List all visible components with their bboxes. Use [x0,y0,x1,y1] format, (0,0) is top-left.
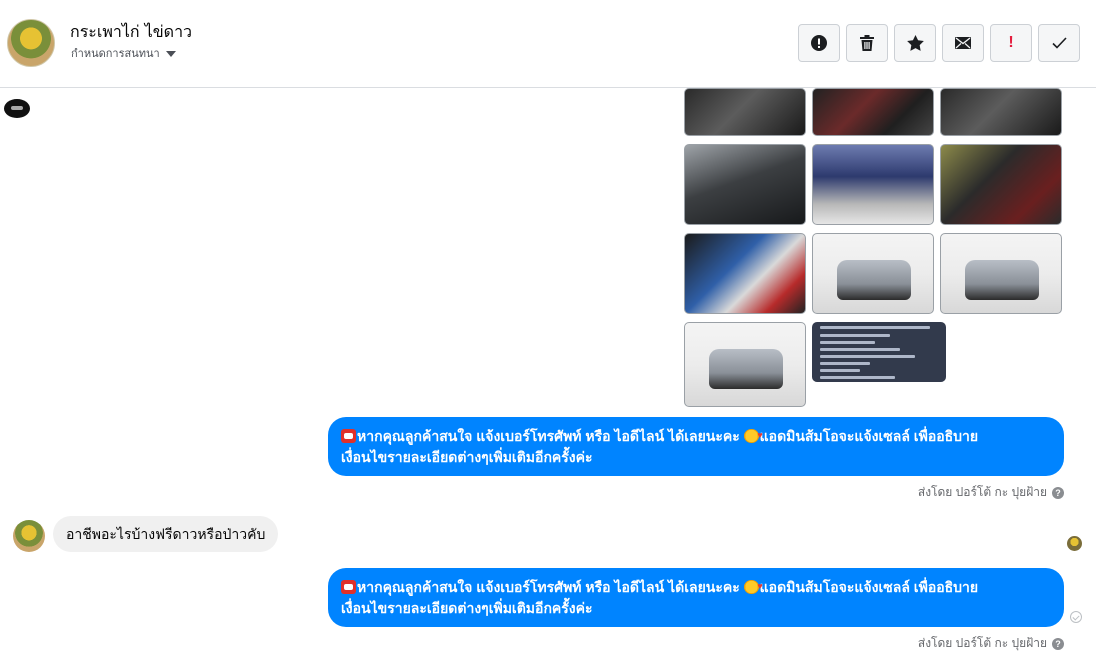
outgoing-message[interactable]: หากคุณลูกค้าสนใจ แจ้งเบอร์โทรศัพท์ หรือ … [328,568,1064,627]
message-text: แอดมินส้มโอจะแจ้งเซลล์ เพื่ออธิบาย [759,579,979,595]
incoming-message[interactable]: อาชีพอะไรบ้างฟรีดาวหรือป่าวคับ [53,516,279,552]
checkmark-icon [1051,37,1067,49]
exclamation-circle-icon [811,35,827,51]
message-text: หากคุณลูกค้าสนใจ แจ้งเบอร์โทรศัพท์ หรือ … [357,428,740,444]
mark-unread-button[interactable] [942,24,984,62]
sent-by-text: ส่งโดย ปอร์โต้ กะ ปุยฝ้าย [917,636,1047,650]
sent-by-text: ส่งโดย ปอร์โต้ กะ ปุยฝ้าย [917,485,1047,499]
document-line [820,376,895,379]
message-text: แอดมินส้มโอจะแจ้งเซลล์ เพื่ออธิบาย [759,428,979,444]
star-icon [906,35,924,51]
message-text: เงื่อนไขรายละเอียดต่างๆเพิ่มเติมอีกครั้ง… [341,449,593,465]
delete-button[interactable] [846,24,888,62]
document-line [820,369,860,372]
smiling-face-hearts-emoji-icon [743,576,763,597]
sent-by-label: ส่งโดย ปอร์โต้ กะ ปุยฝ้าย ? [918,634,1064,653]
pickup-truck-photo[interactable] [940,233,1062,314]
car-battery-photo[interactable] [684,233,806,314]
car-engine-photo[interactable] [812,144,934,225]
contact-avatar-small[interactable] [13,520,45,552]
seen-indicator-avatar [1067,536,1082,551]
done-button[interactable] [1038,24,1080,62]
document-line [820,348,900,351]
trash-icon [860,35,874,51]
pickup-truck-rear-photo[interactable] [684,322,806,407]
conversation-settings-label: กำหนดการสนทนา [71,47,160,60]
star-button[interactable] [894,24,936,62]
telephone-emoji-icon [341,429,356,443]
car-dashboard-photo[interactable] [684,144,806,225]
document-line [820,355,915,358]
document-line [820,334,890,337]
sent-by-label: ส่งโดย ปอร์โต้ กะ ปุยฝ้าย ? [918,483,1064,502]
vehicle-document-screenshot[interactable] [812,322,946,382]
telephone-emoji-icon [341,580,356,594]
conversation-settings-dropdown[interactable]: กำหนดการสนทนา [71,44,176,62]
car-interior-photo[interactable] [940,88,1062,136]
caret-down-icon [165,51,176,57]
document-line [820,326,930,329]
truck-bed-photo[interactable] [940,144,1062,225]
message-text: เงื่อนไขรายละเอียดต่างๆเพิ่มเติมอีกครั้ง… [341,600,593,616]
sent-check-icon [1070,611,1082,623]
important-button[interactable]: ! [990,24,1032,62]
pickup-truck-photo[interactable] [812,233,934,314]
envelope-icon [955,37,971,49]
question-icon[interactable]: ? [1052,486,1064,499]
header-actions: ! [798,24,1080,62]
outgoing-message[interactable]: หากคุณลูกค้าสนใจ แจ้งเบอร์โทรศัพท์ หรือ … [328,417,1064,476]
conversation-view: กระเพาไก่ ไข่ดาว กำหนดการสนทนา ! หากคุณล… [0,0,1096,671]
page-logo-icon [4,99,30,118]
car-interior-photo[interactable] [812,88,934,136]
car-interior-photo[interactable] [684,88,806,136]
document-line [820,341,875,344]
conversation-header: กระเพาไก่ ไข่ดาว กำหนดการสนทนา ! [0,0,1096,88]
smiling-face-hearts-emoji-icon [743,425,763,446]
contact-avatar[interactable] [7,19,55,67]
report-button[interactable] [798,24,840,62]
document-line [820,362,870,365]
contact-name[interactable]: กระเพาไก่ ไข่ดาว [70,20,192,45]
message-text: หากคุณลูกค้าสนใจ แจ้งเบอร์โทรศัพท์ หรือ … [357,579,740,595]
question-icon[interactable]: ? [1052,637,1064,650]
exclamation-icon: ! [1008,34,1014,51]
